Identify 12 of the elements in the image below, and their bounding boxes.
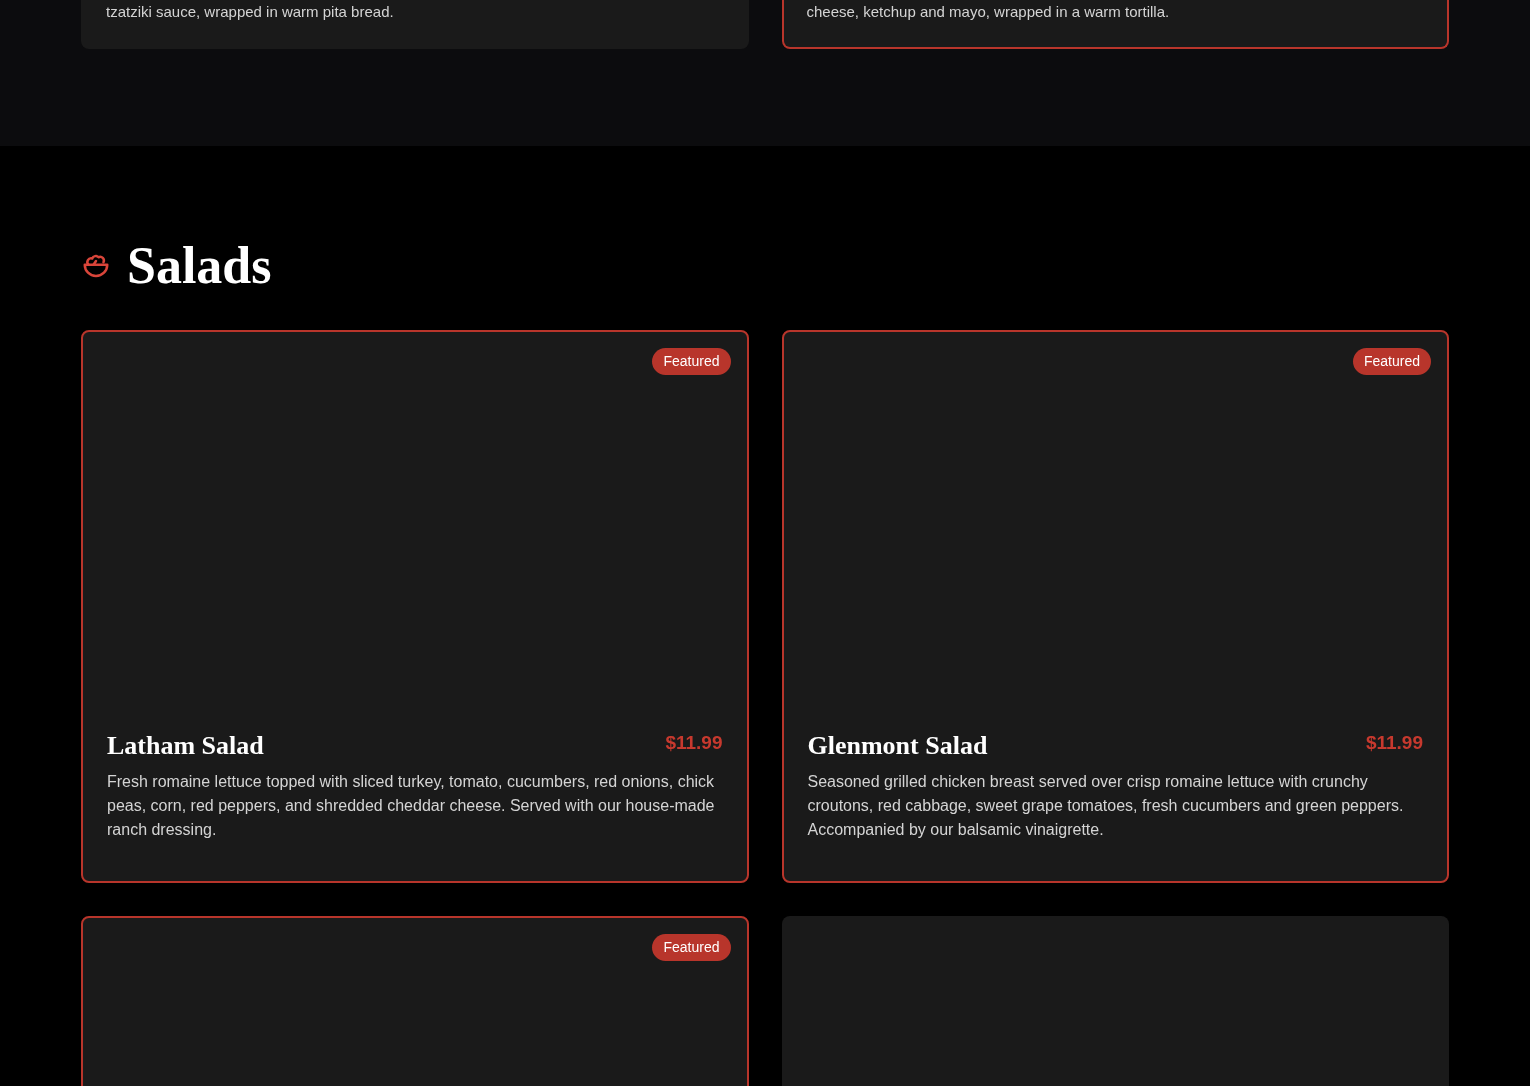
item-name: Glenmont Salad: [807, 730, 988, 762]
item-description: tzatziki sauce, wrapped in warm pita bread.: [106, 2, 395, 22]
item-price: $11.99: [1365, 731, 1423, 755]
featured-badge: Featured: [1352, 348, 1431, 375]
featured-badge: Featured: [652, 934, 731, 961]
item-description: Fresh romaine lettuce topped with sliced turkey, tomato, cucumbers, red onions, chick peas, corn, red peppers, and shredded cheddar cheese. Served with our house-made ranch dressing.: [107, 772, 716, 840]
section-title: Salads: [127, 240, 272, 292]
featured-badge: Featured: [652, 348, 731, 375]
item-description: Seasoned grilled chicken breast served over crisp romaine lettuce with crunchy croutons, red cabbage, sweet grape tomatoes, fresh cucumbers and green peppers. Accompanied by our balsamic vinaigrette.: [807, 772, 1405, 840]
item-description: cheese, ketchup and mayo, wrapped in a warm tortilla.: [806, 2, 1171, 22]
item-name: Latham Salad: [107, 730, 264, 762]
item-price: $11.99: [665, 731, 723, 755]
